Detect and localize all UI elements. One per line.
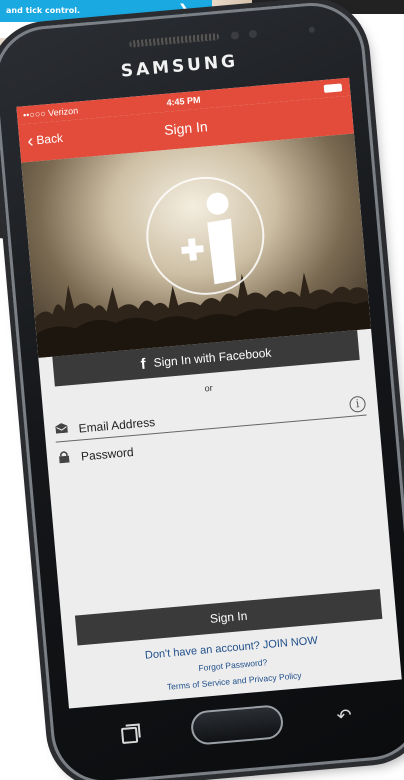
earpiece-speaker — [129, 32, 220, 48]
signin-button-label: Sign In — [209, 608, 248, 626]
plus-one-logo-icon — [181, 192, 237, 285]
facebook-icon: f — [139, 355, 147, 373]
lock-icon — [57, 450, 72, 465]
app-screen: ••○○○ Verizon 4:45 PM ‹ Back Sign In f S… — [16, 77, 402, 709]
battery-icon — [323, 83, 343, 93]
phone-body: SAMSUNG ••○○○ Verizon 4:45 PM ‹ Back Sig… — [0, 0, 404, 780]
proximity-sensor — [230, 31, 240, 40]
envelope-icon — [54, 422, 69, 437]
recent-apps-icon[interactable] — [120, 726, 139, 745]
promo-card-text: and tick control. — [6, 6, 80, 15]
phone-device: SAMSUNG ••○○○ Verizon 4:45 PM ‹ Back Sig… — [0, 0, 404, 780]
hero-image — [21, 133, 372, 358]
front-camera — [308, 26, 316, 34]
back-key-icon[interactable]: ↶ — [336, 705, 359, 726]
facebook-button-label: Sign In with Facebook — [153, 345, 272, 370]
light-sensor — [248, 29, 258, 39]
home-button[interactable] — [189, 704, 285, 746]
